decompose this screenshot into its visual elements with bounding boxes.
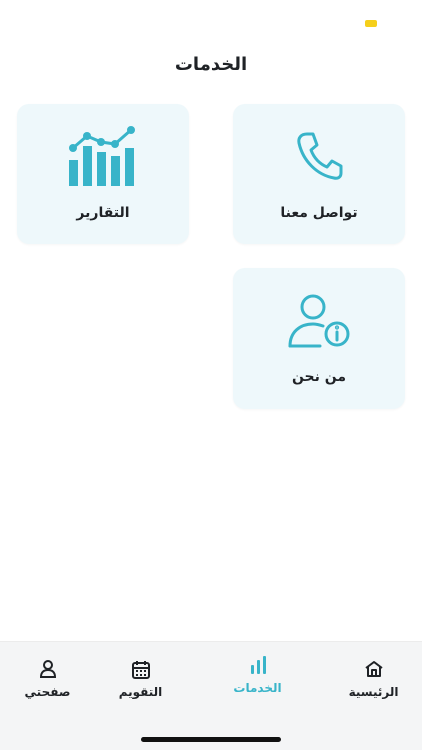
service-card-about[interactable]: من نحن: [233, 268, 405, 409]
calendar-icon: [88, 660, 193, 680]
nav-item-services[interactable]: الخدمات: [205, 642, 310, 714]
home-indicator: [141, 737, 281, 742]
bar-chart-icon: [17, 126, 189, 188]
nav-item-calendar[interactable]: التقويم: [88, 642, 193, 714]
page-title: الخدمات: [174, 54, 248, 75]
service-card-reports[interactable]: التقارير: [17, 104, 189, 244]
service-label-about: من نحن: [291, 369, 347, 385]
home-icon: [321, 660, 422, 678]
bar-chart-icon: [205, 656, 310, 674]
status-indicator: [365, 20, 377, 27]
phone-icon: [233, 130, 405, 182]
nav-label-home: الرئيسية: [348, 685, 399, 699]
user-icon: [0, 660, 100, 678]
service-card-contact[interactable]: تواصل معنا: [233, 104, 405, 244]
nav-item-profile[interactable]: صفحتي: [0, 642, 100, 714]
nav-label-services: الخدمات: [233, 681, 282, 695]
app-screen: الخدمات تواصل معنا التقارير من نحن الرئي…: [0, 0, 422, 750]
service-label-reports: التقارير: [76, 205, 130, 221]
service-label-contact: تواصل معنا: [280, 205, 358, 221]
bottom-navigation: الرئيسية الخدمات التقويم صفحتي: [0, 641, 422, 750]
nav-label-profile: صفحتي: [24, 685, 71, 699]
nav-item-home[interactable]: الرئيسية: [321, 642, 422, 714]
user-info-icon: [233, 292, 405, 350]
nav-label-calendar: التقويم: [118, 685, 163, 699]
